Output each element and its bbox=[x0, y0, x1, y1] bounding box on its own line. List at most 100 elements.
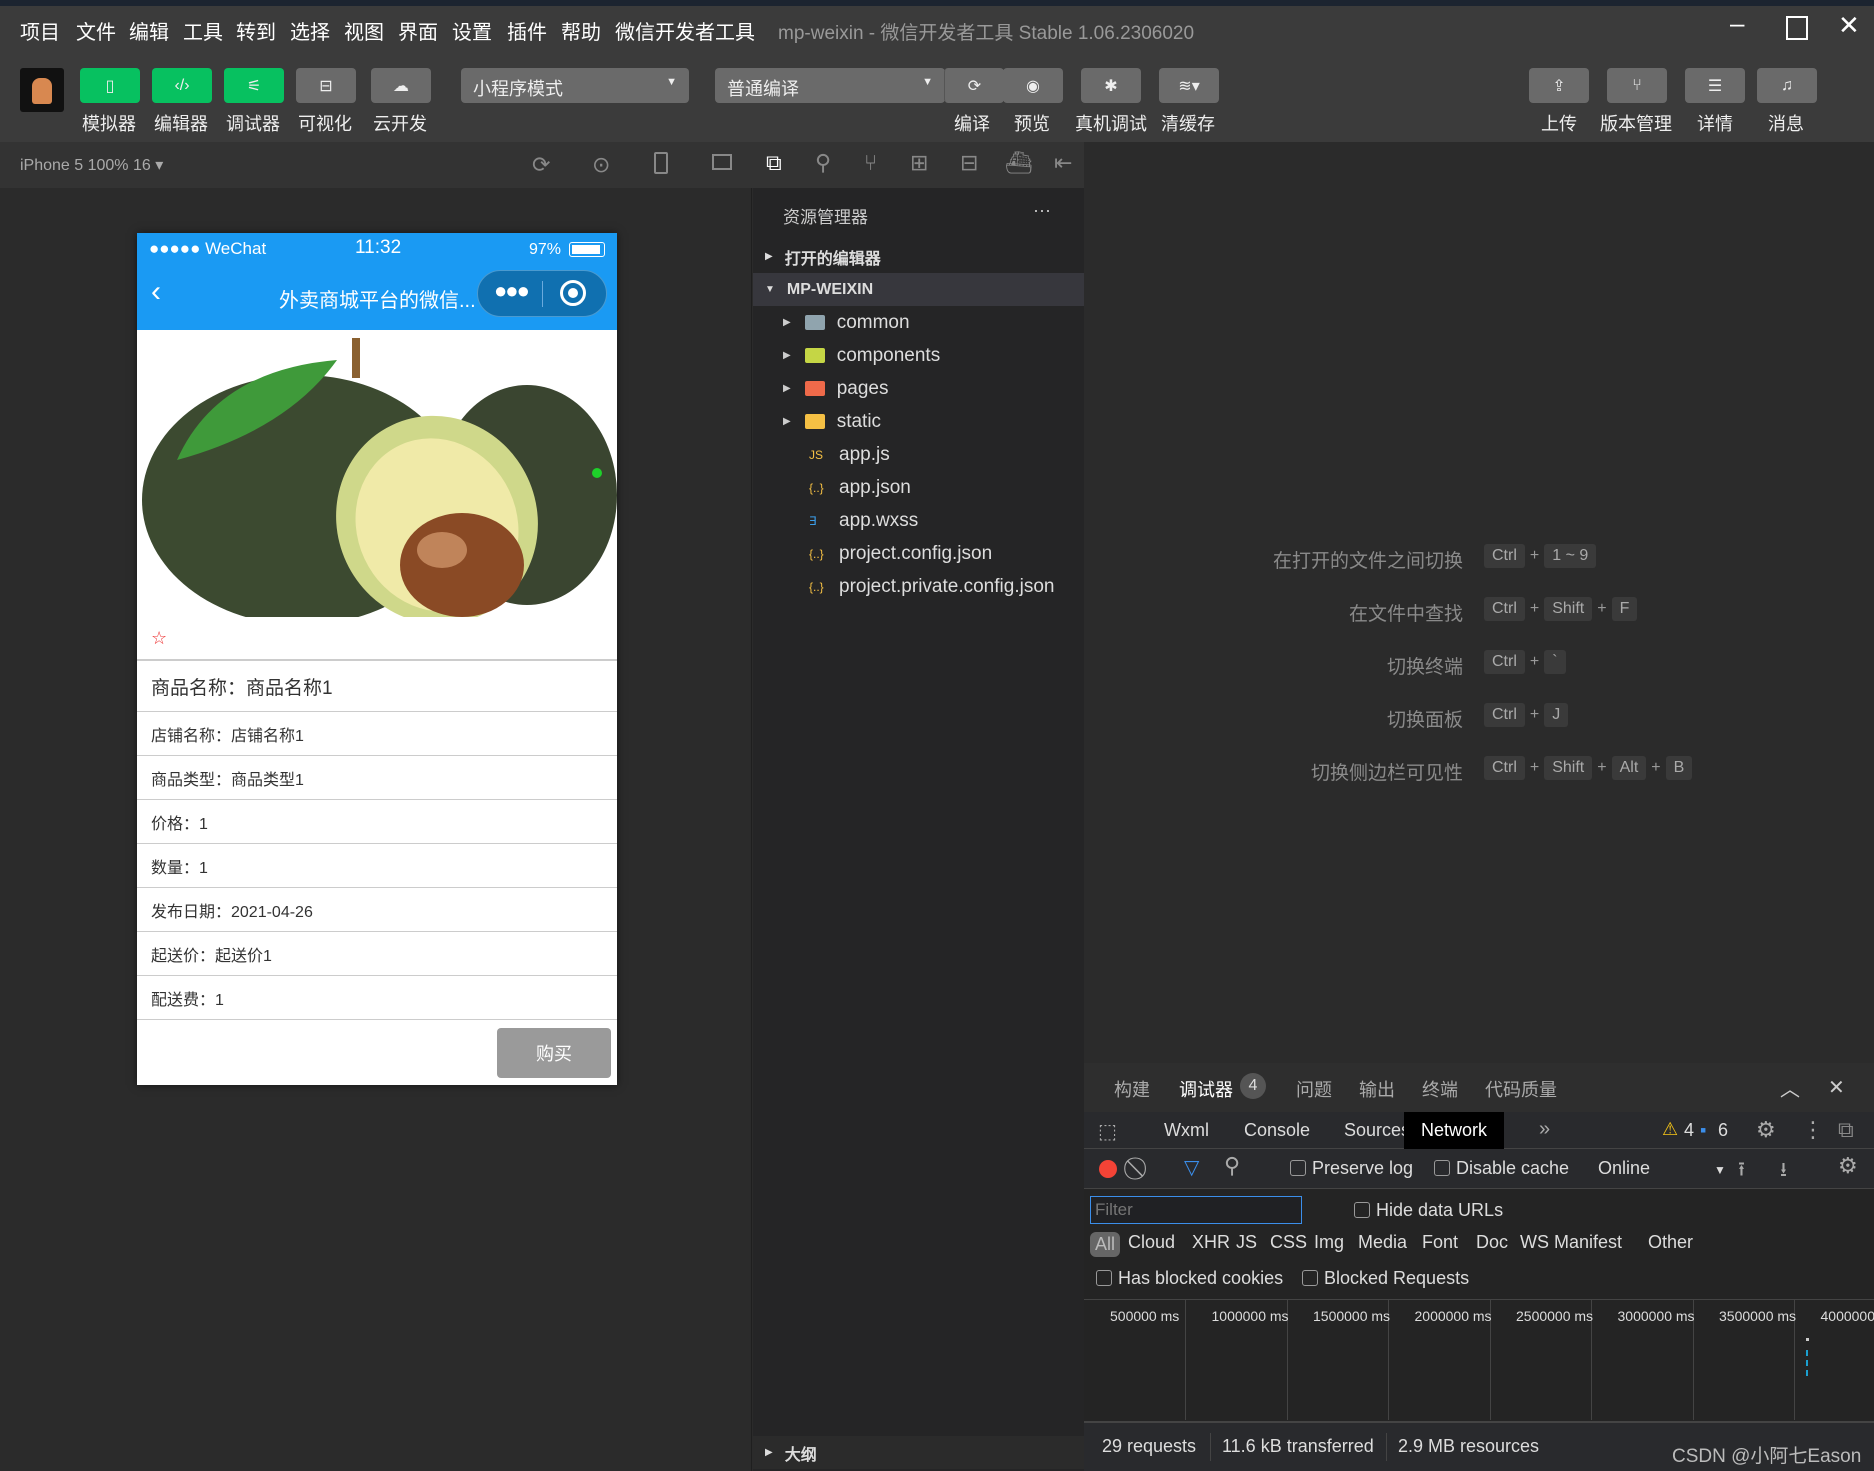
menu-item[interactable]: 视图 bbox=[344, 16, 384, 45]
compile-button[interactable]: ⟳ bbox=[944, 68, 1004, 103]
panel-tab[interactable]: 输出 bbox=[1359, 1076, 1395, 1102]
type-filter[interactable]: Font bbox=[1422, 1232, 1458, 1253]
open-editors-section[interactable]: ▶ 打开的编辑器 bbox=[753, 240, 1084, 273]
inspect-icon[interactable]: ⬚ bbox=[1098, 1119, 1117, 1144]
more-icon[interactable]: ●●● bbox=[494, 278, 530, 304]
back-icon[interactable]: ‹ bbox=[151, 275, 161, 309]
menu-item[interactable]: 项目 bbox=[20, 16, 60, 45]
more-tabs-icon[interactable]: » bbox=[1539, 1118, 1550, 1141]
type-filter[interactable]: CSS bbox=[1270, 1232, 1307, 1253]
stop-icon[interactable]: ⊙ bbox=[592, 152, 610, 178]
detach-icon[interactable] bbox=[712, 154, 732, 170]
simulator-button[interactable]: ▯ bbox=[80, 68, 140, 103]
avatar[interactable] bbox=[20, 68, 64, 112]
messages-button[interactable]: ♫ bbox=[1757, 68, 1817, 103]
menu-item[interactable]: 界面 bbox=[398, 16, 438, 45]
folder-item[interactable]: ▶ components bbox=[753, 339, 1084, 372]
import-icon[interactable]: ⭱ bbox=[1738, 1155, 1745, 1189]
devtools-tab[interactable]: Sources bbox=[1344, 1112, 1410, 1149]
file-item[interactable]: {..} project.config.json bbox=[753, 537, 1084, 570]
favorite-star[interactable]: ☆ bbox=[137, 617, 617, 660]
star-icon[interactable]: ☆ bbox=[151, 628, 167, 649]
file-item[interactable]: {..} project.private.config.json bbox=[753, 570, 1084, 603]
menu-item[interactable]: 微信开发者工具 bbox=[615, 16, 755, 45]
visual-button[interactable]: ⊟ bbox=[296, 68, 356, 103]
blocked-cookies-checkbox[interactable]: Has blocked cookies bbox=[1096, 1268, 1283, 1289]
blocked-requests-checkbox[interactable]: Blocked Requests bbox=[1302, 1268, 1469, 1289]
throttle-select[interactable]: Online ▼ bbox=[1598, 1158, 1726, 1179]
menu-item[interactable]: 设置 bbox=[452, 16, 492, 45]
maximize-button[interactable] bbox=[1786, 16, 1808, 40]
root-folder[interactable]: ▼ MP-WEIXIN bbox=[753, 273, 1084, 306]
export-icon[interactable]: ⭳ bbox=[1780, 1155, 1787, 1189]
devtools-tab[interactable]: Console bbox=[1244, 1112, 1310, 1149]
undock-icon[interactable]: ⧉ bbox=[1838, 1117, 1854, 1143]
menu-item[interactable]: 文件 bbox=[76, 16, 116, 45]
type-filter[interactable]: Other bbox=[1648, 1232, 1693, 1253]
filter-icon[interactable]: ▽ bbox=[1184, 1155, 1199, 1180]
panel-tab[interactable]: 构建 bbox=[1114, 1076, 1150, 1102]
settings-icon[interactable]: ⚙ bbox=[1838, 1153, 1858, 1179]
cloud-button[interactable]: ☁ bbox=[371, 68, 431, 103]
menu-item[interactable]: 选择 bbox=[290, 16, 330, 45]
docker-icon[interactable]: ⛴ bbox=[1005, 150, 1033, 176]
settings-icon[interactable]: ⚙ bbox=[1756, 1117, 1776, 1143]
mode-select[interactable]: 小程序模式 ▼ bbox=[461, 68, 689, 103]
folder-item[interactable]: ▶ static bbox=[753, 405, 1084, 438]
type-filter[interactable]: Img bbox=[1314, 1232, 1344, 1253]
panel-tab[interactable]: 问题 bbox=[1296, 1076, 1332, 1102]
type-filter[interactable]: JS bbox=[1236, 1232, 1257, 1253]
minimize-button[interactable]: – bbox=[1730, 8, 1744, 39]
chevron-up-icon[interactable]: ︿ bbox=[1780, 1073, 1800, 1102]
menu-item[interactable]: 工具 bbox=[183, 16, 223, 45]
panel-tab[interactable]: 调试器 bbox=[1179, 1076, 1233, 1114]
disable-cache-checkbox[interactable]: Disable cache bbox=[1434, 1158, 1569, 1179]
preview-button[interactable]: ◉ bbox=[1003, 68, 1063, 103]
menu-item[interactable]: 插件 bbox=[507, 16, 547, 45]
debugger-button[interactable]: ⚟ bbox=[224, 68, 284, 103]
upload-button[interactable]: ⇪ bbox=[1529, 68, 1589, 103]
close-panel-icon[interactable]: ✕ bbox=[1828, 1075, 1845, 1100]
type-filter[interactable]: All bbox=[1090, 1232, 1121, 1257]
editor-button[interactable]: ‹/› bbox=[152, 68, 212, 103]
save-icon[interactable]: ⊟ bbox=[960, 150, 978, 176]
devtools-tab[interactable]: Wxml bbox=[1164, 1112, 1209, 1149]
type-filter[interactable]: Manifest bbox=[1554, 1232, 1622, 1253]
type-filter[interactable]: XHR bbox=[1192, 1232, 1230, 1253]
files-icon[interactable]: ⧉ bbox=[766, 150, 782, 176]
file-item[interactable]: JS app.js bbox=[753, 438, 1084, 471]
type-filter[interactable]: Doc bbox=[1476, 1232, 1508, 1253]
record-button[interactable] bbox=[1099, 1160, 1117, 1178]
device-select[interactable]: iPhone 5 100% 16 ▾ bbox=[20, 155, 163, 175]
collapse-icon[interactable]: ⇤ bbox=[1054, 150, 1072, 176]
compile-select[interactable]: 普通编译 ▼ bbox=[715, 68, 945, 103]
rotate-icon[interactable]: ⟳ bbox=[532, 152, 550, 178]
menu-item[interactable]: 帮助 bbox=[561, 16, 601, 45]
file-item[interactable]: {..} app.json bbox=[753, 471, 1084, 504]
menu-item[interactable]: 编辑 bbox=[129, 16, 169, 45]
preserve-log-checkbox[interactable]: Preserve log bbox=[1290, 1158, 1413, 1179]
search-icon[interactable]: ⚲ bbox=[1224, 1153, 1240, 1179]
git-icon[interactable]: ⑂ bbox=[864, 150, 877, 176]
kebab-icon[interactable]: ⋮ bbox=[1802, 1117, 1824, 1143]
hide-data-urls-checkbox[interactable]: Hide data URLs bbox=[1354, 1200, 1503, 1221]
close-miniapp-icon[interactable] bbox=[560, 280, 586, 306]
type-filter[interactable]: Media bbox=[1358, 1232, 1407, 1253]
search-icon[interactable]: ⚲ bbox=[815, 150, 831, 176]
version-button[interactable]: ⑂ bbox=[1607, 68, 1667, 103]
close-button[interactable]: ✕ bbox=[1838, 10, 1860, 41]
clear-cache-button[interactable]: ≋▾ bbox=[1159, 68, 1219, 103]
network-timeline[interactable]: 500000 ms 1000000 ms 1500000 ms 2000000 ms 2… bbox=[1084, 1299, 1874, 1423]
extensions-icon[interactable]: ⊞ bbox=[910, 150, 928, 176]
folder-item[interactable]: ▶ common bbox=[753, 306, 1084, 339]
buy-button[interactable]: 购买 bbox=[497, 1028, 611, 1078]
folder-item[interactable]: ▶ pages bbox=[753, 372, 1084, 405]
menu-item[interactable]: 转到 bbox=[236, 16, 276, 45]
filter-input[interactable] bbox=[1090, 1196, 1302, 1224]
file-item[interactable]: ∃ app.wxss bbox=[753, 504, 1084, 537]
type-filter[interactable]: Cloud bbox=[1128, 1232, 1175, 1253]
outline-section[interactable]: ▶ 大纲 bbox=[753, 1436, 1084, 1469]
devtools-tab[interactable]: Network bbox=[1404, 1112, 1505, 1149]
details-button[interactable]: ☰ bbox=[1685, 68, 1745, 103]
panel-tab[interactable]: 代码质量 bbox=[1485, 1076, 1557, 1102]
